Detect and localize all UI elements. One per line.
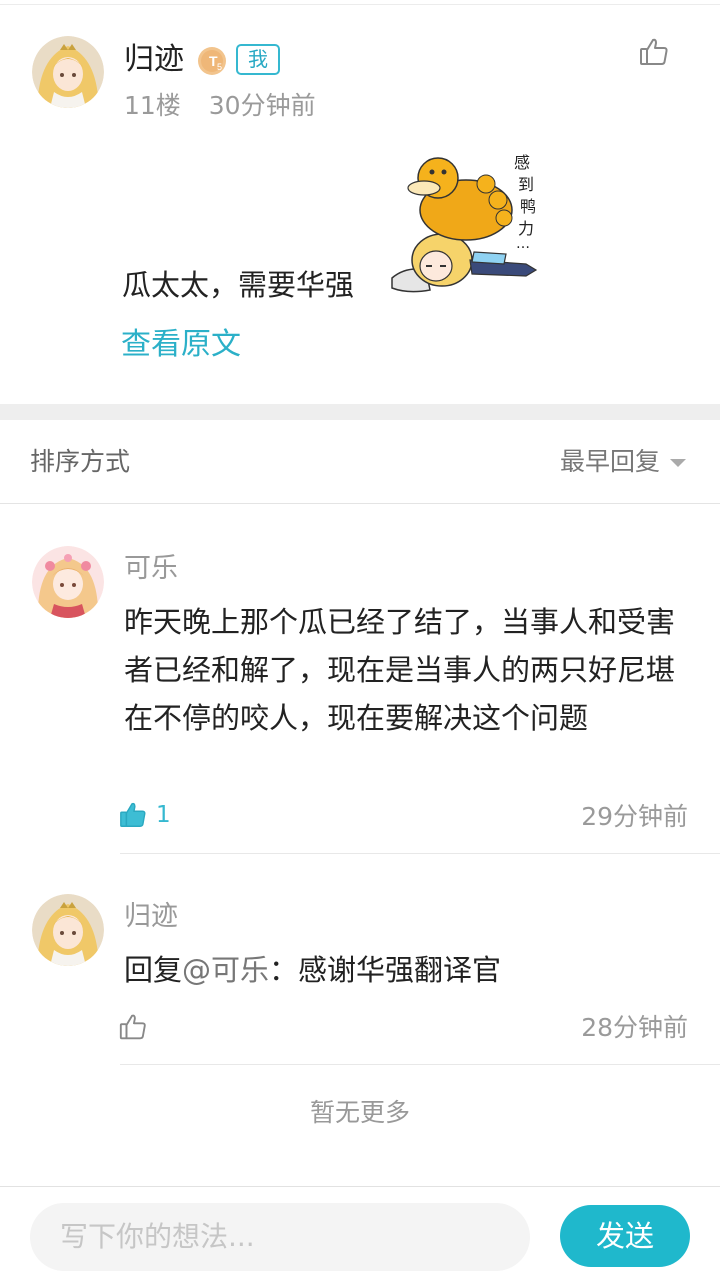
sort-bar: 排序方式 最早回复 [0,420,720,504]
comment-author[interactable]: 归迹 [124,900,178,934]
like-count: 1 [156,802,171,828]
comment-author[interactable]: 可乐 [124,552,178,586]
avatar[interactable] [32,894,104,966]
avatar[interactable] [32,36,104,108]
section-divider [0,404,720,420]
sort-label: 排序方式 [30,447,131,476]
main-post: 归迹 T 5 我 11楼 30分钟前 感 到 鸭 力 … 瓜太太，需要华强 查看… [0,0,720,404]
svg-text:鸭: 鸭 [520,197,536,216]
sticker-caption-char-1: 感 [514,153,530,172]
comment-input[interactable]: 写下你的想法... [30,1203,530,1271]
comment-time: 29分钟前 [581,802,688,831]
svg-text:5: 5 [217,62,222,72]
sort-value: 最早回复 [559,447,660,476]
post-time: 30分钟前 [208,91,316,120]
sort-dropdown[interactable]: 最早回复 [560,446,686,478]
send-button[interactable]: 发送 [560,1205,690,1267]
mention-link[interactable]: @可乐 [182,953,269,987]
avatar[interactable] [32,546,104,618]
caret-down-icon [670,459,686,467]
comment-item: 归迹 回复@可乐：感谢华强翻译官 28分钟前 [0,854,720,1066]
me-badge: 我 [236,44,280,75]
thumbs-up-icon[interactable] [638,36,670,68]
comment-item: 可乐 昨天晚上那个瓜已经了结了，当事人和受害者已经和解了，现在是当事人的两只好尼… [0,504,720,854]
thumbs-up-icon[interactable] [118,1012,148,1042]
duck-sticker-image: 感 到 鸭 力 … [386,148,544,306]
thumbs-up-filled-icon[interactable] [118,800,148,830]
post-content: 瓜太太，需要华强 [122,268,355,302]
comment-divider [120,1064,720,1065]
comment-text: 回复@可乐：感谢华强翻译官 [124,946,694,994]
reply-body: ：感谢华强翻译官 [269,953,502,987]
view-original-link[interactable]: 查看原文 [121,326,241,364]
reply-prefix: 回复 [124,953,183,987]
svg-text:到: 到 [518,175,534,194]
comment-text: 昨天晚上那个瓜已经了结了，当事人和受害者已经和解了，现在是当事人的两只好尼堪在不… [124,605,676,735]
no-more-label: 暂无更多 [309,1098,410,1127]
svg-text:…: … [516,236,530,252]
post-meta: 11楼 30分钟前 [124,90,316,122]
comment-composer: 写下你的想法... 发送 [0,1186,720,1285]
level-badge-icon: T 5 [196,45,228,77]
floor-number: 11楼 [124,91,181,120]
comment-time: 28分钟前 [581,1013,688,1042]
author-name[interactable]: 归迹 [124,40,184,80]
